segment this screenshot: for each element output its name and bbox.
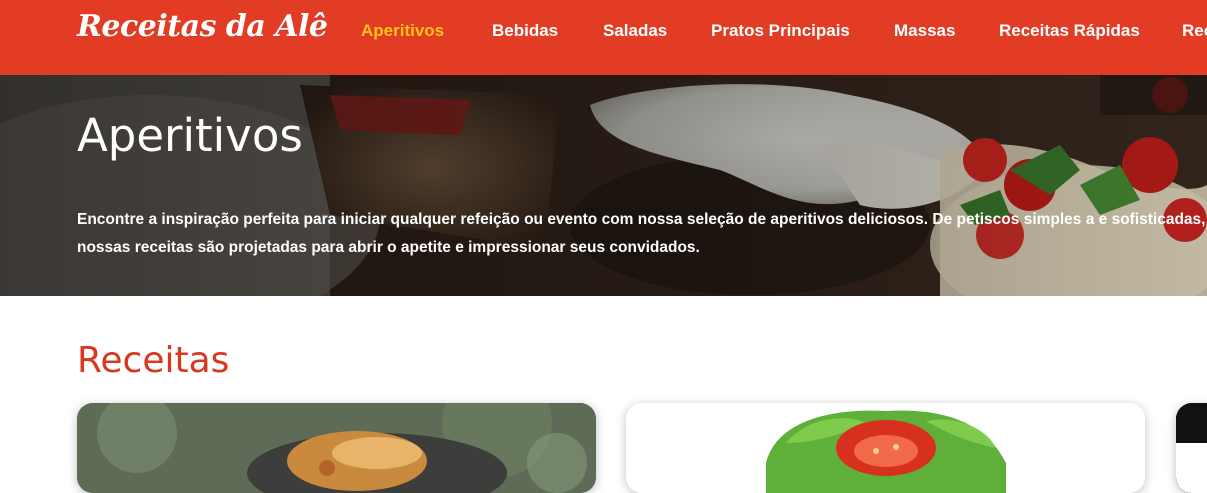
recipe-card[interactable] [77,403,596,493]
recipe-card-image [1176,403,1207,493]
recipe-card[interactable] [1176,403,1207,493]
nav-item-massas[interactable]: Massas [894,21,955,41]
recipe-card-image [626,403,1145,493]
recipe-card-image [77,403,596,493]
site-header: Receitas da Alê Aperitivos Bebidas Salad… [0,0,1207,75]
brand-logo[interactable]: Receitas da Alê [77,9,328,44]
nav-item-bebidas[interactable]: Bebidas [492,21,558,41]
hero-banner: Aperitivos Encontre a inspiração perfeit… [0,75,1207,296]
nav-item-saladas[interactable]: Saladas [603,21,667,41]
nav-item-overflow[interactable]: Rec [1182,21,1207,41]
nav-item-receitas-rapidas[interactable]: Receitas Rápidas [999,21,1140,41]
nav-item-pratos-principais[interactable]: Pratos Principais [711,21,850,41]
page-title: Aperitivos [77,109,303,162]
recipes-section-title: Receitas [77,340,230,381]
hero-description: Encontre a inspiração perfeita para inic… [77,211,1206,256]
nav-item-aperitivos[interactable]: Aperitivos [361,21,444,41]
recipe-card[interactable] [626,403,1145,493]
